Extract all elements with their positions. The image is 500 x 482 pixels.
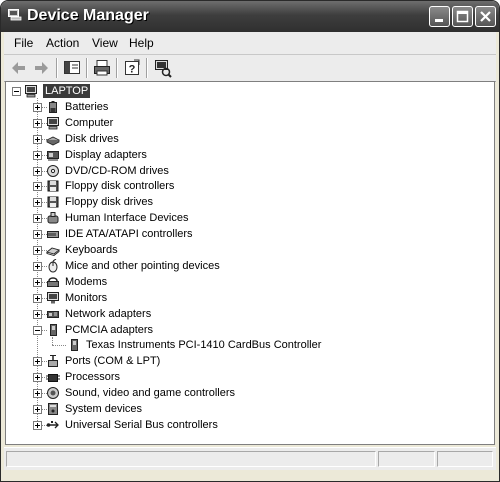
hid-icon <box>47 212 59 224</box>
tree-item-label[interactable]: Mice and other pointing devices <box>65 259 220 273</box>
status-panel <box>437 451 493 467</box>
svg-text:?: ? <box>129 64 136 76</box>
tree-connector <box>52 345 66 347</box>
toolbar-separator <box>56 58 58 78</box>
tree-item-label[interactable]: Display adapters <box>65 148 147 162</box>
expand-toggle[interactable] <box>33 150 42 160</box>
expand-toggle[interactable] <box>33 246 42 255</box>
system-device-icon <box>48 403 58 415</box>
device-manager-icon <box>8 9 22 21</box>
processor-icon <box>46 374 60 383</box>
keyboard-icon <box>46 247 60 256</box>
network-adapter-icon <box>47 310 59 318</box>
tree-item-label[interactable]: Computer <box>65 116 113 130</box>
tree-item-label[interactable]: System devices <box>65 402 142 416</box>
expand-toggle[interactable] <box>33 293 42 303</box>
tree-item-label[interactable]: Sound, video and game controllers <box>65 386 235 400</box>
computer-icon <box>47 116 59 130</box>
mouse-icon <box>48 258 58 273</box>
modem-icon <box>47 277 59 287</box>
tree-item-label[interactable]: Human Interface Devices <box>65 211 189 225</box>
pcmcia-icon <box>50 323 57 336</box>
cd-drive-icon <box>47 164 59 177</box>
expand-toggle[interactable] <box>33 134 42 144</box>
tree-item-label[interactable]: DVD/CD-ROM drives <box>65 164 169 178</box>
tree-item-label[interactable]: Floppy disk drives <box>65 195 153 209</box>
toolbar-separator <box>116 58 118 78</box>
expand-toggle[interactable] <box>33 182 42 192</box>
expand-toggle[interactable] <box>33 118 42 128</box>
tree-item-label[interactable]: Modems <box>65 275 107 289</box>
close-button[interactable] <box>475 6 496 27</box>
menu-help[interactable]: Help <box>129 36 154 50</box>
monitor-icon <box>47 291 59 304</box>
tree-item-label[interactable]: Disk drives <box>65 132 119 146</box>
expand-toggle[interactable] <box>33 389 42 399</box>
help-icon[interactable]: ? <box>122 58 142 78</box>
expand-toggle[interactable] <box>33 309 42 319</box>
tree-item-label[interactable]: Floppy disk controllers <box>65 179 174 193</box>
status-panel <box>6 451 376 467</box>
tree-item-label[interactable]: IDE ATA/ATAPI controllers <box>65 227 193 241</box>
tree-item-label[interactable]: Processors <box>65 370 120 384</box>
disk-drive-icon <box>46 136 60 146</box>
tree-item-label[interactable]: Monitors <box>65 291 107 305</box>
device-tree[interactable]: LAPTOP Batteries Computer Disk drives Displa… <box>5 81 495 445</box>
tree-item-label[interactable]: Ports (COM & LPT) <box>65 354 160 368</box>
expand-toggle[interactable] <box>33 373 42 383</box>
floppy-drive-icon <box>47 196 59 208</box>
minimize-icon <box>435 19 443 22</box>
toolbar-separator <box>146 58 148 78</box>
maximize-button[interactable] <box>452 6 473 27</box>
expand-toggle[interactable] <box>33 230 42 240</box>
forward-icon[interactable] <box>31 58 51 78</box>
title-bar[interactable]: Device Manager <box>1 1 499 32</box>
port-icon <box>48 355 58 368</box>
expand-toggle[interactable] <box>33 357 42 367</box>
battery-icon <box>49 100 57 113</box>
tree-child-label[interactable]: Texas Instruments PCI-1410 CardBus Contr… <box>86 338 321 352</box>
minimize-button[interactable] <box>429 6 450 27</box>
close-icon <box>480 11 491 22</box>
pcmcia-card-icon <box>71 339 78 352</box>
sound-icon <box>47 387 59 400</box>
toolbar: ? <box>4 55 496 82</box>
scan-hardware-icon[interactable] <box>153 58 173 78</box>
show-hide-console-tree-icon[interactable] <box>62 58 82 78</box>
maximize-icon <box>456 10 469 23</box>
expand-toggle[interactable] <box>33 261 42 271</box>
usb-icon <box>46 420 59 429</box>
expand-toggle[interactable] <box>33 420 42 430</box>
device-manager-window: Device Manager File Action View Help ? L… <box>0 0 500 482</box>
expand-toggle[interactable] <box>33 198 42 208</box>
toolbar-separator <box>86 58 88 78</box>
ide-controller-icon <box>47 231 59 239</box>
tree-root-label[interactable]: LAPTOP <box>43 84 91 98</box>
collapse-toggle[interactable] <box>12 87 21 96</box>
tree-item-label[interactable]: Batteries <box>65 100 108 114</box>
collapse-toggle[interactable] <box>33 325 42 335</box>
expand-toggle[interactable] <box>33 166 42 176</box>
status-bar <box>4 447 496 470</box>
window-title: Device Manager <box>27 7 149 24</box>
back-icon[interactable] <box>9 58 29 78</box>
tree-connector <box>52 336 53 346</box>
floppy-controller-icon <box>47 180 59 192</box>
menu-view[interactable]: View <box>92 36 118 50</box>
expand-toggle[interactable] <box>33 102 42 112</box>
tree-item-label[interactable]: Universal Serial Bus controllers <box>65 418 218 432</box>
menu-action[interactable]: Action <box>46 36 79 50</box>
expand-toggle[interactable] <box>33 214 42 224</box>
tree-item-label[interactable]: Network adapters <box>65 307 151 321</box>
menu-file[interactable]: File <box>14 36 33 50</box>
menu-bar: File Action View Help <box>4 32 496 55</box>
laptop-icon <box>25 85 37 98</box>
status-panel <box>378 451 435 467</box>
display-adapter-icon <box>47 150 59 161</box>
print-icon[interactable] <box>92 58 112 78</box>
expand-toggle[interactable] <box>33 405 42 414</box>
expand-toggle[interactable] <box>33 277 42 287</box>
tree-item-label[interactable]: Keyboards <box>65 243 118 257</box>
tree-item-label[interactable]: PCMCIA adapters <box>65 323 153 337</box>
